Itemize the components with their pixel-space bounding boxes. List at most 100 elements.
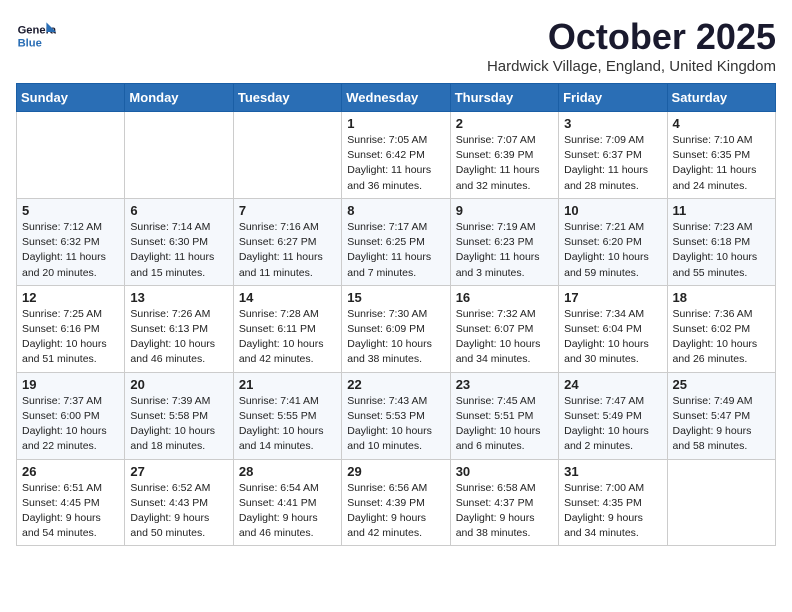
cell-content: Sunrise: 7:16 AM Sunset: 6:27 PM Dayligh… bbox=[239, 220, 336, 281]
day-number: 23 bbox=[456, 377, 553, 392]
calendar-cell: 18 Sunrise: 7:36 AM Sunset: 6:02 PM Dayli… bbox=[667, 285, 775, 372]
day-number: 22 bbox=[347, 377, 444, 392]
calendar-cell bbox=[667, 459, 775, 546]
location: Hardwick Village, England, United Kingdo… bbox=[487, 58, 776, 75]
day-number: 16 bbox=[456, 290, 553, 305]
calendar-cell: 5 Sunrise: 7:12 AM Sunset: 6:32 PM Daylig… bbox=[17, 198, 125, 285]
day-number: 1 bbox=[347, 116, 444, 131]
day-number: 31 bbox=[564, 464, 661, 479]
cell-content: Sunrise: 7:34 AM Sunset: 6:04 PM Dayligh… bbox=[564, 307, 661, 368]
calendar-cell: 25Sunrise: 7:49 AM Sunset: 5:47 PM Dayli… bbox=[667, 372, 775, 459]
calendar-cell bbox=[233, 112, 341, 199]
day-number: 26 bbox=[22, 464, 119, 479]
calendar-cell: 16 Sunrise: 7:32 AM Sunset: 6:07 PM Dayli… bbox=[450, 285, 558, 372]
cell-content: Sunrise: 7:28 AM Sunset: 6:11 PM Dayligh… bbox=[239, 307, 336, 368]
day-number: 9 bbox=[456, 203, 553, 218]
cell-content: Sunrise: 7:12 AM Sunset: 6:32 PM Dayligh… bbox=[22, 220, 119, 281]
day-number: 4 bbox=[673, 116, 770, 131]
logo-icon: General Blue bbox=[16, 16, 56, 56]
day-number: 27 bbox=[130, 464, 227, 479]
calendar-cell: 20Sunrise: 7:39 AM Sunset: 5:58 PM Dayli… bbox=[125, 372, 233, 459]
day-number: 7 bbox=[239, 203, 336, 218]
calendar-cell: 15 Sunrise: 7:30 AM Sunset: 6:09 PM Dayli… bbox=[342, 285, 450, 372]
week-row-4: 19 Sunrise: 7:37 AM Sunset: 6:00 PM Dayli… bbox=[17, 372, 776, 459]
cell-content: Sunrise: 7:30 AM Sunset: 6:09 PM Dayligh… bbox=[347, 307, 444, 368]
cell-content: Sunrise: 6:52 AM Sunset: 4:43 PM Dayligh… bbox=[130, 481, 227, 542]
calendar-cell: 12 Sunrise: 7:25 AM Sunset: 6:16 PM Dayli… bbox=[17, 285, 125, 372]
cell-content: Sunrise: 7:47 AM Sunset: 5:49 PM Dayligh… bbox=[564, 394, 661, 455]
calendar-cell: 23 Sunrise: 7:45 AM Sunset: 5:51 PM Dayli… bbox=[450, 372, 558, 459]
day-number: 10 bbox=[564, 203, 661, 218]
cell-content: Sunrise: 7:00 AM Sunset: 4:35 PM Dayligh… bbox=[564, 481, 661, 542]
calendar-cell: 19 Sunrise: 7:37 AM Sunset: 6:00 PM Dayli… bbox=[17, 372, 125, 459]
day-number: 15 bbox=[347, 290, 444, 305]
cell-content: Sunrise: 7:41 AM Sunset: 5:55 PM Dayligh… bbox=[239, 394, 336, 455]
day-header-wednesday: Wednesday bbox=[342, 84, 450, 112]
cell-content: Sunrise: 6:58 AM Sunset: 4:37 PM Dayligh… bbox=[456, 481, 553, 542]
week-row-3: 12 Sunrise: 7:25 AM Sunset: 6:16 PM Dayli… bbox=[17, 285, 776, 372]
day-header-thursday: Thursday bbox=[450, 84, 558, 112]
cell-content: Sunrise: 7:32 AM Sunset: 6:07 PM Dayligh… bbox=[456, 307, 553, 368]
calendar-cell bbox=[125, 112, 233, 199]
calendar-cell: 26 Sunrise: 6:51 AM Sunset: 4:45 PM Dayli… bbox=[17, 459, 125, 546]
cell-content: Sunrise: 7:09 AM Sunset: 6:37 PM Dayligh… bbox=[564, 133, 661, 194]
cell-content: Sunrise: 6:51 AM Sunset: 4:45 PM Dayligh… bbox=[22, 481, 119, 542]
calendar-cell: 28Sunrise: 6:54 AM Sunset: 4:41 PM Dayli… bbox=[233, 459, 341, 546]
cell-content: Sunrise: 7:37 AM Sunset: 6:00 PM Dayligh… bbox=[22, 394, 119, 455]
cell-content: Sunrise: 7:05 AM Sunset: 6:42 PM Dayligh… bbox=[347, 133, 444, 194]
day-header-friday: Friday bbox=[559, 84, 667, 112]
cell-content: Sunrise: 7:26 AM Sunset: 6:13 PM Dayligh… bbox=[130, 307, 227, 368]
calendar-cell: 31 Sunrise: 7:00 AM Sunset: 4:35 PM Dayli… bbox=[559, 459, 667, 546]
day-number: 19 bbox=[22, 377, 119, 392]
cell-content: Sunrise: 7:36 AM Sunset: 6:02 PM Dayligh… bbox=[673, 307, 770, 368]
calendar-cell: 13 Sunrise: 7:26 AM Sunset: 6:13 PM Dayli… bbox=[125, 285, 233, 372]
title-area: October 2025 Hardwick Village, England, … bbox=[487, 16, 776, 75]
day-number: 12 bbox=[22, 290, 119, 305]
calendar-cell: 9 Sunrise: 7:19 AM Sunset: 6:23 PM Daylig… bbox=[450, 198, 558, 285]
day-header-tuesday: Tuesday bbox=[233, 84, 341, 112]
day-header-sunday: Sunday bbox=[17, 84, 125, 112]
cell-content: Sunrise: 7:45 AM Sunset: 5:51 PM Dayligh… bbox=[456, 394, 553, 455]
calendar-cell: 4 Sunrise: 7:10 AM Sunset: 6:35 PM Daylig… bbox=[667, 112, 775, 199]
day-number: 14 bbox=[239, 290, 336, 305]
calendar-cell: 1 Sunrise: 7:05 AM Sunset: 6:42 PM Daylig… bbox=[342, 112, 450, 199]
day-number: 20 bbox=[130, 377, 227, 392]
day-number: 13 bbox=[130, 290, 227, 305]
week-row-1: 1 Sunrise: 7:05 AM Sunset: 6:42 PM Daylig… bbox=[17, 112, 776, 199]
calendar-cell: 3 Sunrise: 7:09 AM Sunset: 6:37 PM Daylig… bbox=[559, 112, 667, 199]
day-number: 6 bbox=[130, 203, 227, 218]
day-number: 24 bbox=[564, 377, 661, 392]
day-number: 18 bbox=[673, 290, 770, 305]
day-number: 2 bbox=[456, 116, 553, 131]
calendar-cell: 7 Sunrise: 7:16 AM Sunset: 6:27 PM Daylig… bbox=[233, 198, 341, 285]
day-number: 3 bbox=[564, 116, 661, 131]
cell-content: Sunrise: 7:25 AM Sunset: 6:16 PM Dayligh… bbox=[22, 307, 119, 368]
logo: General Blue bbox=[16, 16, 60, 56]
cell-content: Sunrise: 7:19 AM Sunset: 6:23 PM Dayligh… bbox=[456, 220, 553, 281]
cell-content: Sunrise: 7:07 AM Sunset: 6:39 PM Dayligh… bbox=[456, 133, 553, 194]
calendar-table: SundayMondayTuesdayWednesdayThursdayFrid… bbox=[16, 83, 776, 546]
calendar-cell: 30 Sunrise: 6:58 AM Sunset: 4:37 PM Dayli… bbox=[450, 459, 558, 546]
cell-content: Sunrise: 7:14 AM Sunset: 6:30 PM Dayligh… bbox=[130, 220, 227, 281]
calendar-cell: 14 Sunrise: 7:28 AM Sunset: 6:11 PM Dayli… bbox=[233, 285, 341, 372]
day-number: 5 bbox=[22, 203, 119, 218]
calendar-cell: 22 Sunrise: 7:43 AM Sunset: 5:53 PM Dayli… bbox=[342, 372, 450, 459]
calendar-cell: 21Sunrise: 7:41 AM Sunset: 5:55 PM Dayli… bbox=[233, 372, 341, 459]
cell-content: Sunrise: 7:21 AM Sunset: 6:20 PM Dayligh… bbox=[564, 220, 661, 281]
calendar-cell: 6 Sunrise: 7:14 AM Sunset: 6:30 PM Daylig… bbox=[125, 198, 233, 285]
cell-content: Sunrise: 6:56 AM Sunset: 4:39 PM Dayligh… bbox=[347, 481, 444, 542]
week-row-5: 26 Sunrise: 6:51 AM Sunset: 4:45 PM Dayli… bbox=[17, 459, 776, 546]
day-header-monday: Monday bbox=[125, 84, 233, 112]
day-number: 11 bbox=[673, 203, 770, 218]
day-number: 28 bbox=[239, 464, 336, 479]
calendar-header-row: SundayMondayTuesdayWednesdayThursdayFrid… bbox=[17, 84, 776, 112]
svg-text:Blue: Blue bbox=[18, 37, 42, 49]
cell-content: Sunrise: 7:10 AM Sunset: 6:35 PM Dayligh… bbox=[673, 133, 770, 194]
cell-content: Sunrise: 7:43 AM Sunset: 5:53 PM Dayligh… bbox=[347, 394, 444, 455]
calendar-cell: 17Sunrise: 7:34 AM Sunset: 6:04 PM Dayli… bbox=[559, 285, 667, 372]
page-header: General Blue October 2025 Hardwick Villa… bbox=[16, 16, 776, 75]
day-number: 30 bbox=[456, 464, 553, 479]
cell-content: Sunrise: 7:49 AM Sunset: 5:47 PM Dayligh… bbox=[673, 394, 770, 455]
calendar-cell: 24 Sunrise: 7:47 AM Sunset: 5:49 PM Dayli… bbox=[559, 372, 667, 459]
cell-content: Sunrise: 7:17 AM Sunset: 6:25 PM Dayligh… bbox=[347, 220, 444, 281]
